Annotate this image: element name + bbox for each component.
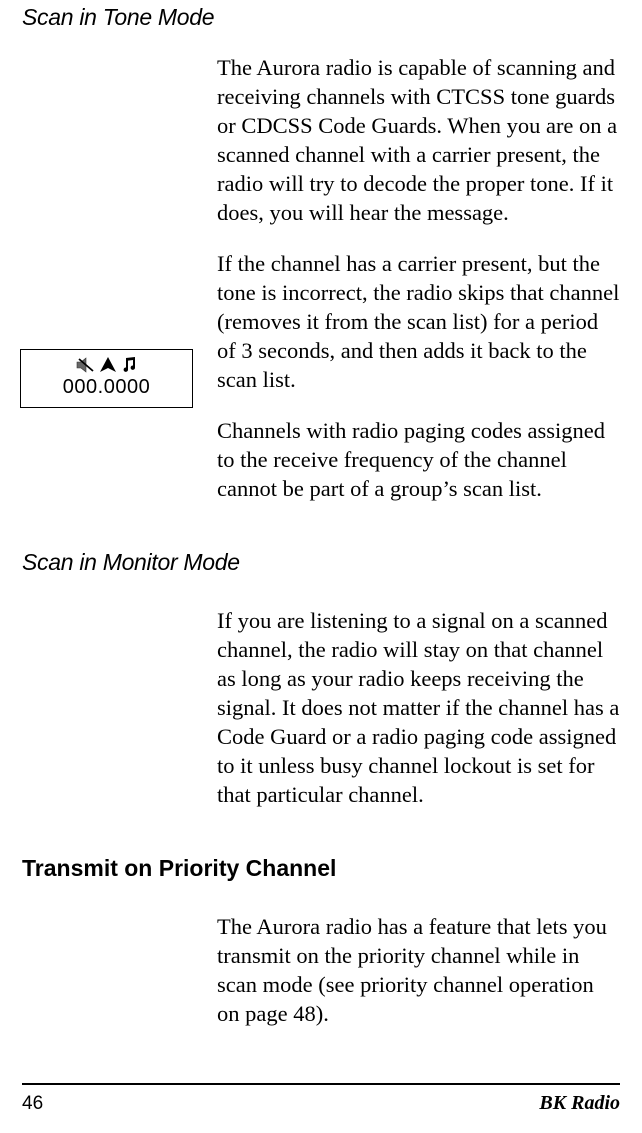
heading-transmit-priority: Transmit on Priority Channel [22, 855, 620, 882]
priority-arrow-icon [99, 356, 117, 374]
paragraph-monitor-1: If you are listening to a signal on a sc… [217, 606, 620, 809]
display-icon-row [76, 354, 138, 376]
paragraph-tone-1: The Aurora radio is capable of scanning … [217, 53, 620, 227]
music-note-icon [120, 356, 138, 374]
heading-scan-tone-mode: Scan in Tone Mode [22, 0, 620, 31]
display-frequency: 000.0000 [63, 376, 150, 399]
paragraph-transmit-1: The Aurora radio has a feature that lets… [217, 912, 620, 1028]
heading-scan-monitor-mode: Scan in Monitor Mode [22, 549, 620, 576]
radio-display: 000.0000 [20, 349, 193, 408]
paragraph-tone-3: Channels with radio paging codes assigne… [217, 416, 620, 503]
paragraph-tone-2: If the channel has a carrier present, bu… [217, 249, 620, 394]
footer-brand: BK Radio [539, 1092, 620, 1115]
speaker-muted-icon [76, 356, 96, 374]
footer-rule [22, 1083, 620, 1085]
page-number: 46 [22, 1093, 43, 1115]
